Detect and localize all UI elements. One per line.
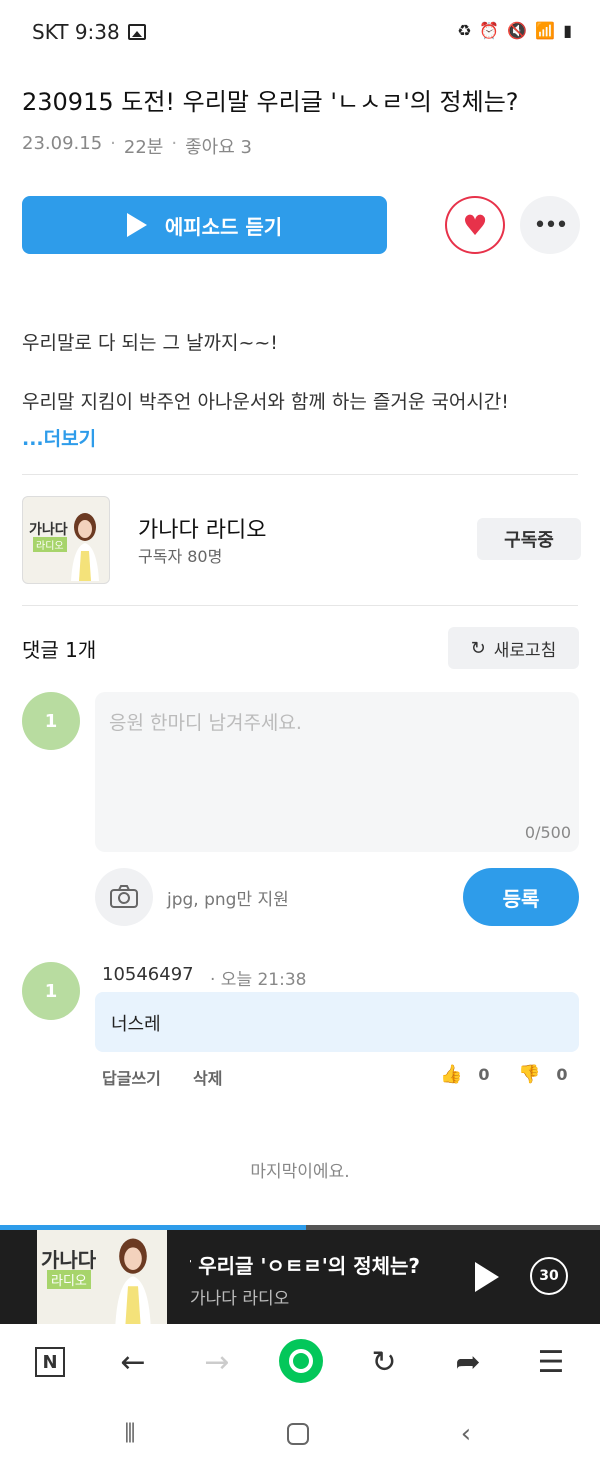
comment-text: 너스레 [111, 1014, 161, 1035]
mute-icon: 🔇 [507, 21, 528, 40]
refresh-label: 새로고침 [493, 640, 557, 661]
player-play-button[interactable] [475, 1262, 499, 1292]
divider [22, 474, 578, 475]
end-of-list-note: 마지막이에요. [250, 1162, 350, 1182]
show-more-link[interactable]: ...더보기 [22, 424, 96, 451]
more-icon: ••• [533, 212, 569, 238]
player-title: 230915 도전! 우리말 우리글 'ㅇㅌㄹ'의 정체는? [190, 1250, 420, 1279]
browser-toolbar: N ← → ↻ ➦ ☰ [0, 1324, 600, 1400]
recycle-icon: ♻ [457, 21, 472, 40]
recent-apps-button[interactable]: ⦀ [110, 1416, 150, 1452]
meta-separator: · [110, 133, 116, 154]
channel-thumb-sub: 라디오 [33, 537, 67, 552]
like-button[interactable]: ♥ [445, 196, 505, 254]
comment-dislike-button[interactable]: 👎 0 [518, 1064, 568, 1085]
naver-n-button[interactable]: N [30, 1342, 70, 1382]
system-nav-bar: ⦀ ‹ [0, 1400, 600, 1467]
play-episode-label: 에피소드 듣기 [164, 214, 283, 239]
menu-button[interactable]: ☰ [531, 1342, 571, 1382]
channel-thumb-title: 가나다 [29, 522, 68, 538]
avatar: 1 [22, 962, 80, 1020]
episode-date: 23.09.15 [22, 133, 103, 154]
channel-thumbnail[interactable]: 가나다 라디오 [22, 496, 110, 584]
subscribe-button[interactable]: 구독중 [477, 518, 581, 560]
arrow-right-icon: → [204, 1344, 230, 1380]
episode-duration: 22분 [123, 137, 164, 158]
episode-title: 230915 도전! 우리말 우리글 'ㄴㅅㄹ'의 정체는? [22, 88, 519, 116]
comment-like-button[interactable]: 👍 0 [440, 1064, 490, 1085]
host-figure [71, 513, 99, 581]
description-line-2: 우리말 지킴이 박주언 아나운서와 함께 하는 즐거운 국어시간! [22, 391, 509, 413]
char-count: 0/500 [524, 823, 571, 842]
wifi-icon: 📶 [535, 21, 556, 40]
reply-button[interactable]: 답글쓰기 [102, 1065, 161, 1089]
carrier-time: SKT 9:38 [32, 20, 120, 44]
status-bar: SKT 9:38 ♻ ⏰ 🔇 📶 ▮ [0, 0, 600, 64]
attach-image-button[interactable] [95, 868, 153, 926]
host-figure [115, 1238, 151, 1324]
system-home-button[interactable] [278, 1416, 318, 1452]
player-thumb-sub: 라디오 [47, 1270, 91, 1289]
player-subtitle: 가나다 라디오 [190, 1289, 290, 1309]
comment-input[interactable]: 응원 한마디 남겨주세요. 0/500 [95, 692, 579, 852]
n-icon: N [35, 1347, 65, 1377]
arrow-left-icon: ← [120, 1344, 146, 1380]
recents-icon: ⦀ [124, 1418, 136, 1449]
more-options-button[interactable]: ••• [520, 196, 580, 254]
reload-icon: ↻ [371, 1344, 397, 1380]
camera-icon [110, 885, 138, 908]
image-icon [127, 24, 146, 40]
attach-note: jpg, png만 지원 [167, 890, 289, 910]
comment-time: · 오늘 21:38 [210, 970, 307, 990]
episode-likes: 좋아요 3 [185, 137, 252, 158]
chevron-left-icon: ‹ [460, 1419, 472, 1449]
dislike-count: 0 [556, 1065, 568, 1084]
comment-placeholder: 응원 한마디 남겨주세요. [109, 712, 302, 734]
refresh-icon: ↻ [470, 637, 486, 659]
system-back-button[interactable]: ‹ [446, 1416, 486, 1452]
play-episode-button[interactable]: 에피소드 듣기 [22, 196, 387, 254]
episode-meta: 23.09.15 · 22분 · 좋아요 3 [22, 133, 252, 159]
thumbs-up-icon: 👍 [440, 1064, 463, 1085]
like-count: 0 [478, 1065, 490, 1084]
share-icon: ➦ [455, 1344, 481, 1380]
alarm-icon: ⏰ [479, 21, 500, 40]
reload-button[interactable]: ↻ [364, 1342, 404, 1382]
comments-header: 댓글 1개 [22, 638, 97, 662]
home-button[interactable] [279, 1339, 323, 1383]
channel-name[interactable]: 가나다 라디오 [138, 512, 266, 544]
status-left: SKT 9:38 [32, 20, 146, 44]
divider [22, 605, 578, 606]
refresh-button[interactable]: ↻ 새로고침 [448, 627, 579, 669]
comment-username: 10546497 [102, 964, 194, 985]
player-thumbnail: 가나다 라디오 [37, 1230, 167, 1324]
share-button[interactable]: ➦ [448, 1342, 488, 1382]
player-title-text: 230915 도전! 우리말 우리글 'ㅇㅌㄹ'의 정체는? [190, 1254, 420, 1278]
heart-icon: ♥ [462, 208, 488, 242]
mini-player[interactable]: 가나다 라디오 230915 도전! 우리말 우리글 'ㅇㅌㄹ'의 정체는? 가… [0, 1230, 600, 1324]
meta-separator: · [171, 133, 178, 154]
menu-icon: ☰ [537, 1344, 565, 1380]
skip-forward-button[interactable]: 30 [530, 1257, 568, 1295]
delete-button[interactable]: 삭제 [193, 1065, 222, 1089]
status-right: ♻ ⏰ 🔇 📶 ▮ [457, 20, 572, 42]
player-thumb-title: 가나다 [41, 1248, 97, 1272]
avatar: 1 [22, 692, 80, 750]
channel-subscribers: 구독자 80명 [138, 547, 223, 566]
battery-icon: ▮ [563, 21, 572, 40]
back-button[interactable]: ← [113, 1342, 153, 1382]
submit-comment-button[interactable]: 등록 [463, 868, 579, 926]
comment-bubble: 너스레 [95, 992, 579, 1052]
description-line-1: 우리말로 다 되는 그 날까지~~! [22, 332, 278, 354]
home-icon [287, 1423, 309, 1445]
thumbs-down-icon: 👎 [518, 1064, 541, 1085]
play-icon [126, 213, 147, 237]
forward-button[interactable]: → [197, 1342, 237, 1382]
